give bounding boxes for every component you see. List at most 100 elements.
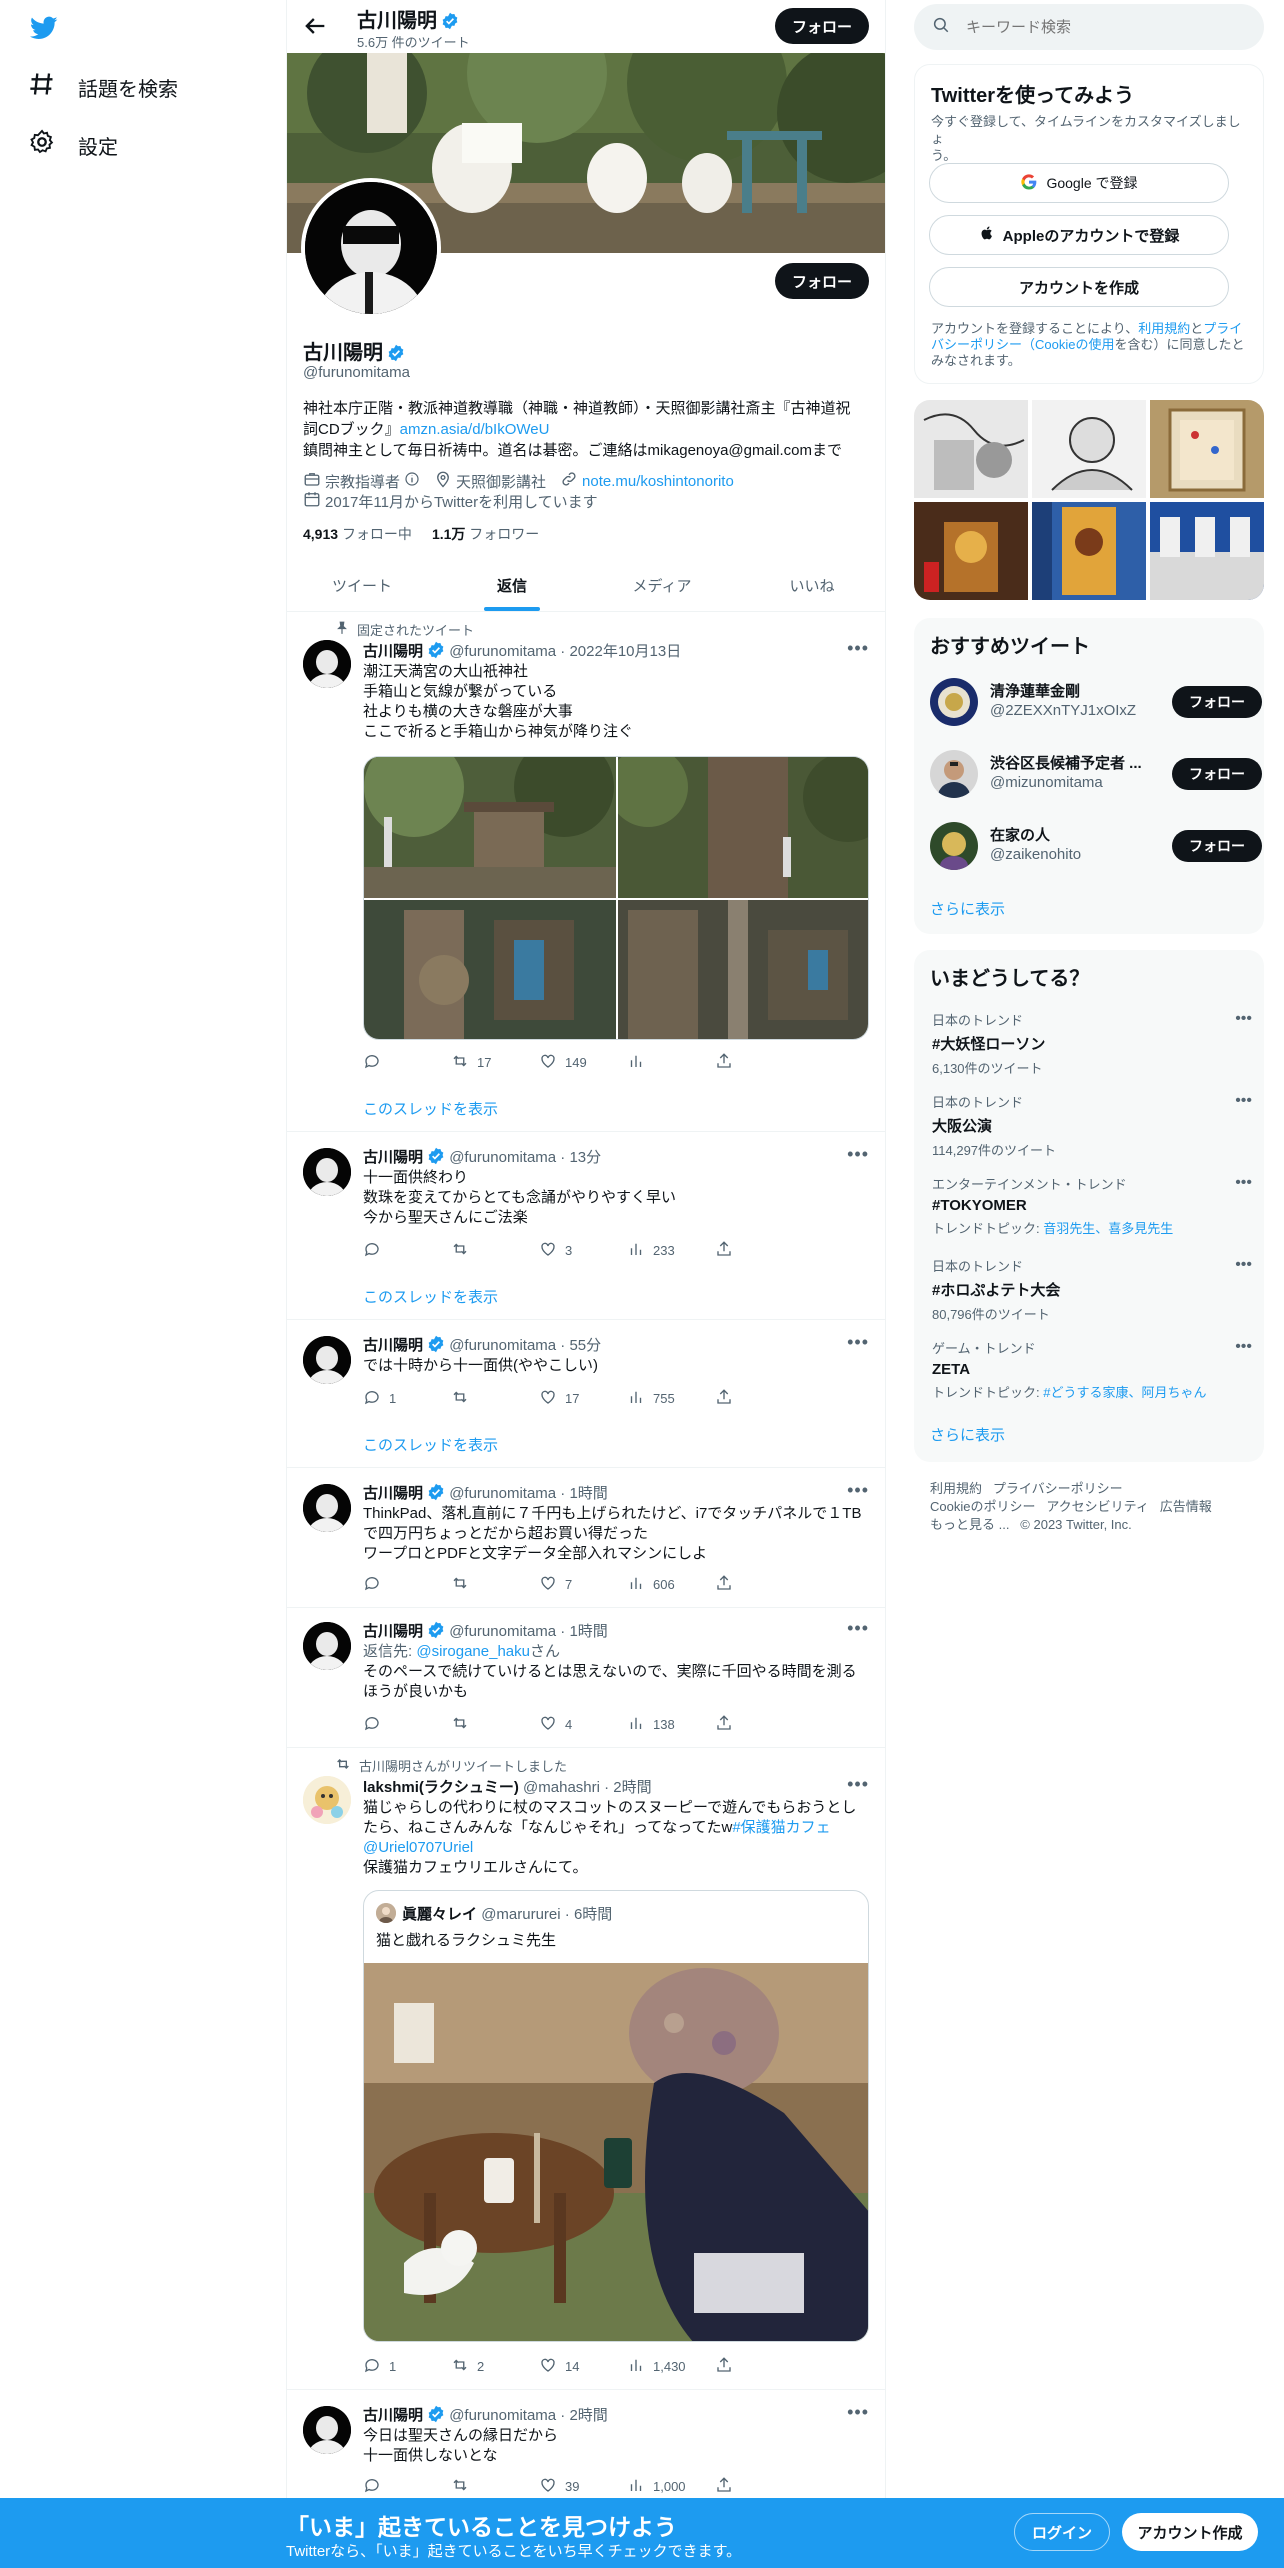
more-options-icon[interactable]: •••: [847, 1144, 869, 1165]
avatar[interactable]: [303, 640, 351, 688]
trend-item[interactable]: ゲーム・トレンド ZETA トレンドトピック: #どうする家康、阿月ちゃん ••…: [932, 1338, 1252, 1401]
tweet-time[interactable]: 2時間: [613, 1779, 651, 1796]
tweet-time[interactable]: 2時間: [569, 2407, 607, 2424]
follow-button[interactable]: フォロー: [1172, 686, 1262, 718]
quote-time[interactable]: 6時間: [574, 1906, 612, 1923]
more-options-icon[interactable]: •••: [1235, 1092, 1252, 1110]
recommended-show-more[interactable]: さらに表示: [930, 898, 1005, 919]
footer-accessibility-link[interactable]: アクセシビリティ: [1046, 1499, 1149, 1514]
trend-item[interactable]: エンターテインメント・トレンド #TOKYOMER トレンドトピック: 音羽先生…: [932, 1174, 1252, 1237]
views-button[interactable]: 233: [627, 1240, 715, 1261]
media-thumbnail[interactable]: [914, 502, 1028, 600]
tweet-author-handle[interactable]: @mahashri: [523, 1779, 600, 1796]
tweet-photo[interactable]: [618, 900, 868, 1039]
search-input[interactable]: [966, 18, 1226, 36]
tweet-author-name[interactable]: 古川陽明: [363, 1149, 423, 1166]
profile-follow-button[interactable]: フォロー: [775, 263, 869, 299]
footer-privacy-link[interactable]: プライバシーポリシー: [993, 1481, 1123, 1496]
avatar[interactable]: [303, 1484, 351, 1532]
show-thread-link[interactable]: このスレッドを表示: [363, 1434, 498, 1455]
retweet-button[interactable]: [451, 2476, 539, 2497]
quote-tweet[interactable]: 眞麗々レイ @marururei · 6時間 猫と戯れるラクシュミ先生: [363, 1890, 869, 2342]
media-thumbnail[interactable]: [1032, 502, 1146, 600]
tweet-author-name[interactable]: 古川陽明: [363, 643, 423, 660]
profile-url-label[interactable]: note.mu/koshintonorito: [582, 473, 734, 490]
media-thumbnail[interactable]: [1150, 400, 1264, 498]
more-options-icon[interactable]: •••: [847, 2402, 869, 2423]
tweet-time[interactable]: 1時間: [569, 1485, 607, 1502]
share-button[interactable]: [715, 2356, 803, 2377]
google-signup-button[interactable]: Google で登録: [929, 163, 1229, 203]
hashtag-link[interactable]: #保護猫カフェ: [732, 1819, 830, 1836]
tweet-author-handle[interactable]: @furunomitama: [449, 1337, 556, 1354]
footer-ads-link[interactable]: 広告情報: [1160, 1499, 1212, 1514]
recommended-user-name[interactable]: 清浄蓮華金剛: [990, 680, 1150, 701]
footer-cookie-link[interactable]: Cookieのポリシー: [930, 1499, 1035, 1514]
create-account-button[interactable]: アカウントを作成: [929, 267, 1229, 307]
trend-item[interactable]: 日本のトレンド 大阪公演 114,297件のツイート •••: [932, 1092, 1252, 1159]
tweet[interactable]: 古川陽明 @furunomitama · 2時間 ••• 今日は聖天さんの縁日だ…: [287, 2390, 885, 2500]
bio-link[interactable]: amzn.asia/d/bIkOWeU: [400, 421, 550, 438]
like-button[interactable]: 14: [539, 2356, 627, 2377]
privacy-link[interactable]: バシーポリシー（Cookieの使用: [931, 337, 1114, 352]
show-thread-link[interactable]: このスレッドを表示: [363, 1098, 498, 1119]
signup-button[interactable]: アカウント作成: [1122, 2513, 1258, 2551]
retweet-button[interactable]: [451, 1388, 539, 1409]
trends-show-more[interactable]: さらに表示: [930, 1424, 1005, 1445]
like-button[interactable]: 3: [539, 1240, 627, 1261]
tweet-time[interactable]: 55分: [569, 1337, 601, 1354]
tweet[interactable]: 古川陽明 @furunomitama · 55分 ••• では十時から十一面供(…: [287, 1320, 885, 1468]
reply-button[interactable]: [363, 1574, 451, 1595]
more-options-icon[interactable]: •••: [847, 1332, 869, 1353]
quote-avatar[interactable]: [376, 1903, 396, 1923]
avatar[interactable]: [303, 1336, 351, 1384]
login-button[interactable]: ログイン: [1014, 2513, 1110, 2551]
tweet-pinned[interactable]: 固定されたツイート 古川陽明 @furunomitama · 2022年10月1…: [287, 612, 885, 1132]
trend-item[interactable]: 日本のトレンド #ホロぷよテト大会 80,796件のツイート •••: [932, 1256, 1252, 1323]
like-button[interactable]: 149: [539, 1052, 627, 1073]
trend-topic-link[interactable]: #どうする家康、阿月ちゃん: [1043, 1385, 1206, 1400]
tweet[interactable]: 古川陽明 @furunomitama · 1時間 ••• 返信先: @sirog…: [287, 1608, 885, 1748]
tab-media[interactable]: メディア: [587, 560, 737, 611]
share-button[interactable]: [715, 1240, 803, 1261]
tweet-time[interactable]: 2022年10月13日: [569, 643, 681, 660]
retweet-button[interactable]: [451, 1574, 539, 1595]
quote-photo[interactable]: [364, 1963, 868, 2341]
profile-avatar[interactable]: [301, 178, 441, 318]
tweet-author-handle[interactable]: @furunomitama: [449, 643, 556, 660]
reply-button[interactable]: [363, 1240, 451, 1261]
avatar[interactable]: [930, 822, 978, 870]
more-options-icon[interactable]: •••: [1235, 1174, 1252, 1192]
tab-likes[interactable]: いいね: [737, 560, 885, 611]
more-options-icon[interactable]: •••: [1235, 1010, 1252, 1028]
more-options-icon[interactable]: •••: [847, 1618, 869, 1639]
nav-explore[interactable]: 話題を検索: [28, 70, 178, 104]
search-box[interactable]: [914, 4, 1264, 50]
recommended-user[interactable]: 渋谷区長候補予定者 ... @mizunomitama フォロー: [930, 748, 1262, 800]
share-button[interactable]: [715, 1052, 803, 1073]
recommended-user[interactable]: 在家の人 @zaikenohito フォロー: [930, 820, 1262, 872]
tweet-author-handle[interactable]: @furunomitama: [449, 1149, 556, 1166]
views-button[interactable]: [627, 1052, 715, 1073]
quote-author-handle[interactable]: @marururei: [481, 1906, 560, 1923]
follow-button[interactable]: フォロー: [1172, 830, 1262, 862]
avatar[interactable]: [930, 678, 978, 726]
terms-link[interactable]: 利用規約: [1138, 321, 1190, 336]
reply-button[interactable]: [363, 1714, 451, 1735]
retweet-button[interactable]: [451, 1240, 539, 1261]
like-button[interactable]: 4: [539, 1714, 627, 1735]
recommended-user-name[interactable]: 渋谷区長候補予定者 ...: [990, 752, 1150, 773]
media-thumbnail[interactable]: [914, 400, 1028, 498]
info-icon[interactable]: [404, 471, 420, 491]
tweet-time[interactable]: 1時間: [569, 1623, 607, 1640]
twitter-logo-icon[interactable]: [28, 14, 60, 42]
reply-button[interactable]: [363, 2476, 451, 2497]
tweet-author-name[interactable]: lakshmi(ラクシュミー): [363, 1779, 519, 1796]
reply-button[interactable]: 1: [363, 1388, 451, 1409]
tweet-photo[interactable]: [618, 757, 868, 898]
avatar[interactable]: [303, 1148, 351, 1196]
like-button[interactable]: 39: [539, 2476, 627, 2497]
tweet-photo[interactable]: [364, 900, 616, 1039]
avatar[interactable]: [303, 2406, 351, 2454]
like-button[interactable]: 17: [539, 1388, 627, 1409]
